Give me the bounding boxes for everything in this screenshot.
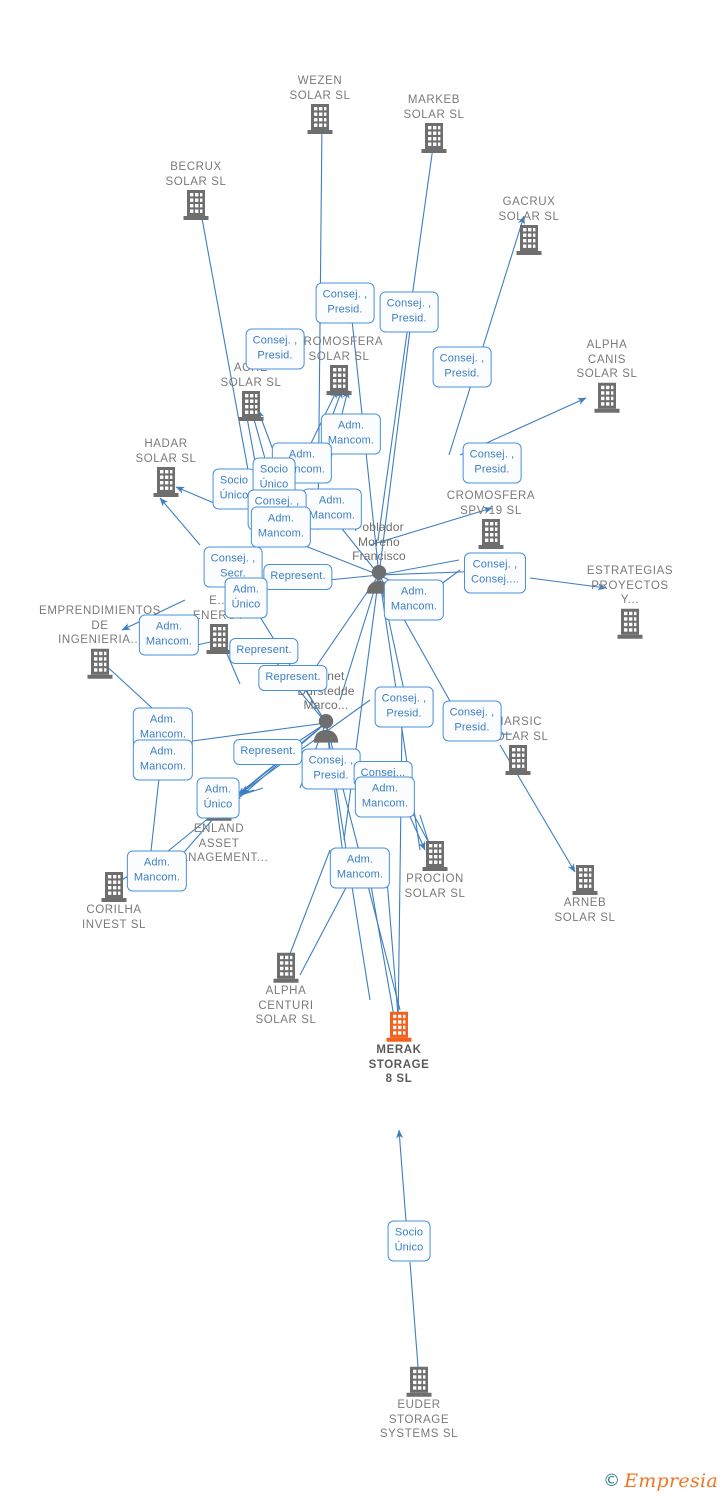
- company-name-label: EUDER STORAGE SYSTEMS SL: [379, 1398, 459, 1440]
- building-icon-wrap: [153, 466, 179, 498]
- company-name-label: GACRUX SOLAR SL: [498, 196, 560, 223]
- building-icon-wrap: [326, 364, 352, 396]
- relation-label-r32[interactable]: Socio Único: [387, 1220, 431, 1262]
- relation-label-r18[interactable]: Adm. Mancom.: [138, 614, 200, 656]
- relation-label-r15[interactable]: Consej. , Consej....: [464, 552, 526, 594]
- relation-label-r30[interactable]: Adm. Mancom.: [126, 850, 188, 892]
- building-icon-wrap: [422, 840, 448, 872]
- person-icon: [313, 713, 339, 743]
- company-name-label: MERAK STORAGE 8 SL: [368, 1043, 430, 1085]
- building-icon: [516, 225, 542, 255]
- building-icon-wrap: [406, 1366, 432, 1398]
- relation-label-r12[interactable]: Adm. Mancom.: [250, 506, 312, 548]
- relation-label-r06[interactable]: Consej. , Presid.: [462, 442, 522, 484]
- building-icon: [101, 872, 127, 902]
- building-icon: [594, 382, 620, 413]
- relationship-diagram-canvas: WEZEN SOLAR SL MARKEB SOLAR SL BECRUX SOLA…: [0, 0, 728, 1500]
- relation-label-r14[interactable]: Represent.: [263, 564, 333, 590]
- building-icon-wrap: [572, 864, 598, 896]
- building-icon-wrap: [505, 744, 531, 776]
- company-node-euder[interactable]: EUDER STORAGE SYSTEMS SL: [349, 1365, 489, 1442]
- relation-label-r31[interactable]: Adm. Mancom.: [329, 847, 391, 889]
- relationship-edge: [369, 879, 399, 1029]
- building-icon-wrap: [273, 952, 299, 984]
- company-node-gacrux[interactable]: GACRUX SOLAR SL: [459, 195, 599, 257]
- company-name-label: WEZEN SOLAR SL: [289, 75, 351, 102]
- relation-label-r16[interactable]: Adm. Único: [224, 577, 268, 619]
- company-name-label: ALPHA CANIS SOLAR SL: [576, 338, 638, 380]
- company-node-estrategias[interactable]: ESTRATEGIAS PROYECTOS Y...: [560, 564, 700, 641]
- relation-label-r02[interactable]: Consej. , Presid.: [379, 291, 439, 333]
- building-icon-wrap: [478, 518, 504, 550]
- company-name-label: ALPHA CENTURI SOLAR SL: [255, 984, 317, 1026]
- relation-label-r28[interactable]: Adm. Mancom.: [354, 776, 416, 818]
- company-node-alpha_canis[interactable]: ALPHA CANIS SOLAR SL: [537, 338, 677, 415]
- building-icon: [307, 104, 333, 134]
- company-name-label: HADAR SOLAR SL: [135, 438, 197, 465]
- relation-label-r29[interactable]: Adm. Único: [196, 777, 240, 819]
- relation-label-r01[interactable]: Consej. , Presid.: [315, 282, 375, 324]
- relation-label-r26[interactable]: Consej. , Presid.: [301, 748, 361, 790]
- building-icon: [572, 865, 598, 895]
- building-icon-wrap: [183, 189, 209, 221]
- company-name-label: ARNEB SOLAR SL: [554, 897, 616, 924]
- building-icon-wrap: [87, 647, 113, 679]
- relation-label-r17[interactable]: Adm. Mancom.: [383, 579, 445, 621]
- relationship-edge: [197, 201, 249, 471]
- building-icon: [153, 467, 179, 497]
- building-icon: [422, 841, 448, 871]
- building-icon: [505, 745, 531, 775]
- building-icon-wrap: [386, 1011, 412, 1043]
- company-name-label: BECRUX SOLAR SL: [165, 161, 227, 188]
- building-icon: [386, 1011, 412, 1042]
- company-name-label: MARKEB SOLAR SL: [403, 94, 465, 121]
- company-name-label: ESTRATEGIAS PROYECTOS Y...: [586, 564, 674, 606]
- company-node-markeb[interactable]: MARKEB SOLAR SL: [364, 93, 504, 155]
- company-node-becrux[interactable]: BECRUX SOLAR SL: [126, 160, 266, 222]
- relation-label-r03[interactable]: Consej. , Presid.: [245, 328, 305, 370]
- building-icon: [183, 190, 209, 220]
- company-name-label: PROCION SOLAR SL: [404, 873, 466, 900]
- building-icon: [326, 365, 352, 395]
- relation-label-r25[interactable]: Represent.: [233, 739, 303, 765]
- company-name-label: CROMOSFERA SOLAR SL: [294, 336, 384, 363]
- relation-label-r19[interactable]: Represent.: [229, 638, 299, 664]
- building-icon-wrap: [238, 390, 264, 422]
- building-icon: [478, 519, 504, 549]
- building-icon-wrap: [594, 381, 620, 413]
- relation-label-r20[interactable]: Represent.: [258, 665, 328, 691]
- relationship-edge: [386, 879, 402, 1029]
- building-icon-wrap: [206, 623, 232, 655]
- building-icon-wrap: [516, 224, 542, 256]
- person-icon-wrap: [312, 712, 340, 743]
- building-icon: [238, 391, 264, 421]
- building-icon: [206, 624, 232, 654]
- building-icon-wrap: [421, 122, 447, 154]
- empresia-watermark: © Empresia: [603, 1470, 718, 1492]
- company-name-label: CORILHA INVEST SL: [82, 904, 146, 931]
- company-node-merak[interactable]: MERAK STORAGE 8 SL: [329, 1010, 469, 1087]
- building-icon-wrap: [617, 607, 643, 639]
- company-name-label: CROMOSFERA SPV 19 SL: [446, 490, 536, 517]
- relation-label-r22[interactable]: Consej. , Presid.: [442, 700, 502, 742]
- edge-layer: [99, 121, 607, 1381]
- building-icon: [273, 952, 299, 983]
- building-icon-wrap: [307, 103, 333, 135]
- company-node-arneb[interactable]: ARNEB SOLAR SL: [515, 863, 655, 925]
- company-node-ache[interactable]: ACHE SOLAR SL: [181, 361, 321, 423]
- copyright-icon: ©: [603, 1471, 621, 1491]
- relation-label-r24[interactable]: Adm. Mancom.: [132, 739, 194, 781]
- building-icon: [406, 1366, 432, 1397]
- relation-label-r04[interactable]: Consej. , Presid.: [432, 346, 492, 388]
- building-icon: [421, 123, 447, 153]
- brand-name: Empresia: [624, 1470, 718, 1492]
- relationship-edge: [409, 1261, 420, 1381]
- relation-label-r10[interactable]: Adm. Mancom.: [301, 488, 363, 530]
- building-icon: [87, 648, 113, 679]
- building-icon-wrap: [101, 871, 127, 903]
- relationship-edge: [159, 497, 201, 546]
- relation-label-r21[interactable]: Consej. , Presid.: [374, 686, 434, 728]
- building-icon: [617, 608, 643, 639]
